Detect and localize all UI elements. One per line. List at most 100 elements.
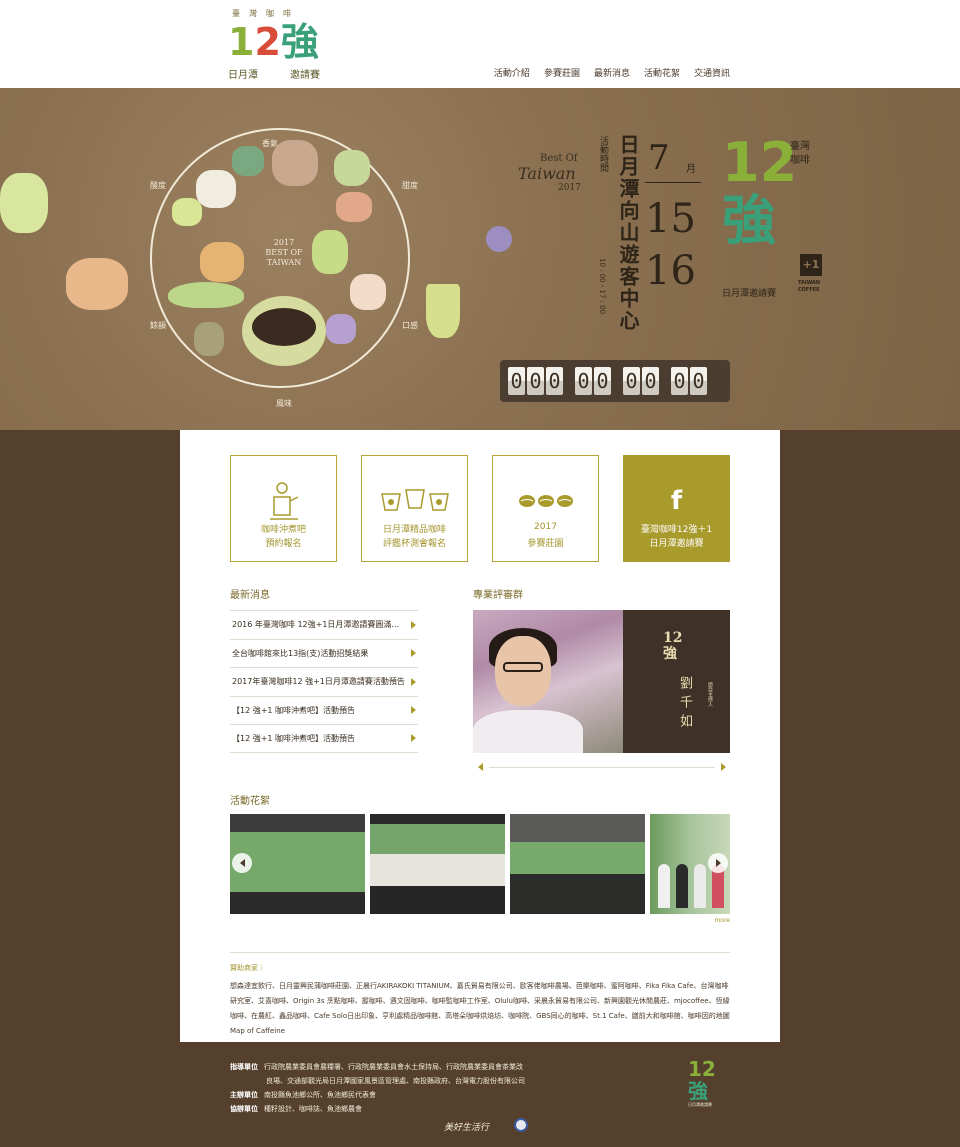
judge-slide-logo: 12 強 [663,630,683,662]
lime-illustration [172,198,202,226]
site-logo[interactable]: 臺灣咖啡 12強 日月潭 邀請賽 [228,8,320,81]
news-item[interactable]: 【12 強+1 咖啡沖煮吧】活動預告 [230,724,418,753]
news-item[interactable]: 2017年臺灣咖啡12 強+1日月潭邀請賽活動預告 [230,667,418,696]
facebook-icon: f [670,486,683,516]
slider-track [489,766,715,768]
countdown-timer: 000 00 00 00 [500,360,730,402]
event-time-label: 活動時間 [598,136,608,172]
leaf-illustration [232,146,264,176]
blueberry-illustration [486,226,512,252]
pear-illustration [312,230,348,274]
event-hours: 10 : 00 - 17 : 00 [598,258,606,315]
chevron-right-icon [715,859,721,867]
nav-news[interactable]: 最新消息 [594,66,630,79]
countdown-seconds: 00 [671,367,707,395]
gallery-photo[interactable] [510,814,645,914]
barista-icon [231,482,336,520]
nav-event-intro[interactable]: 活動介紹 [494,66,530,79]
wheel-label-aftertaste: 餘韻 [150,321,166,330]
judge-photo [473,610,623,753]
judge-name: 劉千如 [677,676,692,733]
judge-slider-controls [478,763,726,771]
news-list: 2016 年臺灣咖啡 12強+1日月潭邀請賽圓滿... 全台咖啡館來比13指(支… [230,610,418,753]
main-nav: 活動介紹 參賽莊園 最新消息 活動花絮 交通資訊 [494,66,730,79]
action-cards: 咖啡沖煮吧 預約報名 日月潭精品咖啡 評鑑杯測會報名 2017 參賽莊園 f 臺… [230,455,730,562]
arrow-right-icon [411,706,416,715]
gallery-photo[interactable] [370,814,505,914]
apple-illustration [350,274,386,310]
prev-arrow-icon[interactable] [478,763,483,771]
event-month: 7 [648,138,670,178]
nav-estates[interactable]: 參賽莊園 [544,66,580,79]
footer-co-row: 協辦單位 種籽設計、咖啡誌、魚池鄉農會 [230,1105,362,1113]
herb-illustration [194,322,224,356]
gallery-next-button[interactable] [708,853,728,873]
footer-seal-icon [514,1118,528,1132]
pinecone-illustration [272,140,318,186]
logo-subtitle: 日月潭 邀請賽 [228,70,320,81]
gallery-more-link[interactable]: more [714,917,730,924]
site-header: 臺灣咖啡 12強 日月潭 邀請賽 活動介紹 參賽莊園 最新消息 活動花絮 交通資訊 [0,0,960,88]
judges-section-title: 專業評審群 [473,590,523,601]
news-section-title: 最新消息 [230,590,270,601]
date-divider [645,182,701,183]
logo-number: 12強 [228,20,319,64]
facebook-card[interactable]: f 臺灣咖啡12強＋1 日月潭邀請賽 [623,455,730,562]
logo-small-text: 臺灣咖啡 [232,9,300,18]
site-footer: 指導單位 行政院農業委員會農糧署、行政院農業委員會水土保持局、行政院農業委員會茶業… [0,1042,960,1147]
cups-icon [362,482,467,520]
event-brand-logo: 12 強 臺灣咖啡 +1 TAIWAN COFFEE 日月潭邀請賽 [722,131,822,299]
footer-host-row: 主辦單位 南投縣魚池鄉公所、魚池鄉民代表會 [230,1091,376,1099]
footer-guide-row: 指導單位 行政院農業委員會農糧署、行政院農業委員會水土保持局、行政院農業委員會茶業… [230,1063,523,1071]
arrow-right-icon [411,734,416,743]
event-day-2: 16 [645,248,696,294]
footer-logo: 12 強 日月潭邀請賽 [688,1057,716,1107]
wheel-label-sweetness: 甜度 [402,181,418,190]
papaya-illustration [66,258,128,310]
sponsors-list: 想森達宜飲行、日月靈興民蒲咖啡莊園、正晨行AKIRAKOKI TITANIUM、… [230,982,730,1035]
main-content: 咖啡沖煮吧 預約報名 日月潭精品咖啡 評鑑杯測會報名 2017 參賽莊園 f 臺… [180,430,780,1042]
nuts-illustration [200,242,244,282]
news-item[interactable]: 2016 年臺灣咖啡 12強+1日月潭邀請賽圓滿... [230,610,418,639]
nav-gallery[interactable]: 活動花絮 [644,66,680,79]
arrow-right-icon [411,649,416,658]
beans-icon [493,482,598,520]
arrow-right-icon [411,677,416,686]
best-of-taiwan-logo: Best Of Taiwan 2017 [518,153,581,193]
banana-illustration [168,282,244,308]
flower-illustration [196,170,236,208]
next-arrow-icon[interactable] [721,763,726,771]
wheel-label-mouthfeel: 口感 [402,321,418,330]
wheel-label-acidity: 酸度 [150,181,166,190]
countdown-hours: 00 [575,367,611,395]
news-item[interactable]: 全台咖啡館來比13指(支)活動招獎結果 [230,638,418,668]
gallery-section-title: 活動花絮 [230,796,270,807]
berry-illustration [326,314,356,344]
gallery-prev-button[interactable] [232,853,252,873]
arrow-right-icon [411,620,416,629]
wheel-center-text: 2017 BEST OF TAIWAN [265,238,303,267]
judge-slide[interactable]: 12 強 劉千如 節目主持人 [473,610,730,753]
sponsors-section: 贊助商家｜ 想森達宜飲行、日月靈興民蒲咖啡莊園、正晨行AKIRAKOKI TIT… [230,952,730,1039]
hero-banner: 香氣 酸度 甜度 餘韻 口感 風味 2017 BEST OF TAIWAN Be… [0,88,960,430]
footer-guide-row-2: 良場、交通部觀光局日月潭國家風景區管理處、南投縣政府、台灣電力股份有限公司 [266,1077,525,1085]
news-item[interactable]: 【12 強+1 咖啡沖煮吧】活動預告 [230,695,418,725]
estates-card[interactable]: 2017 參賽莊園 [492,455,599,562]
barista-booking-card[interactable]: 咖啡沖煮吧 預約報名 [230,455,337,562]
chevron-left-icon [239,859,245,867]
coffee-liquid-illustration [252,308,316,346]
footer-signature-logo: 美好生活行 [444,1123,490,1133]
fruit-illustration [0,173,48,233]
sponsors-title: 贊助商家｜ [230,964,265,972]
event-venue: 日月潭向山遊客中心 [616,134,640,332]
countdown-minutes: 00 [623,367,659,395]
cupping-signup-card[interactable]: 日月潭精品咖啡 評鑑杯測會報名 [361,455,468,562]
melon-illustration [336,192,372,222]
nav-transport[interactable]: 交通資訊 [694,66,730,79]
countdown-days: 000 [508,367,563,395]
avocado-illustration [334,150,370,186]
gallery-carousel [230,814,730,914]
wheel-label-flavor: 風味 [276,399,292,408]
event-month-label: 月 [686,164,696,175]
judge-role: 節目主持人 [707,682,713,707]
